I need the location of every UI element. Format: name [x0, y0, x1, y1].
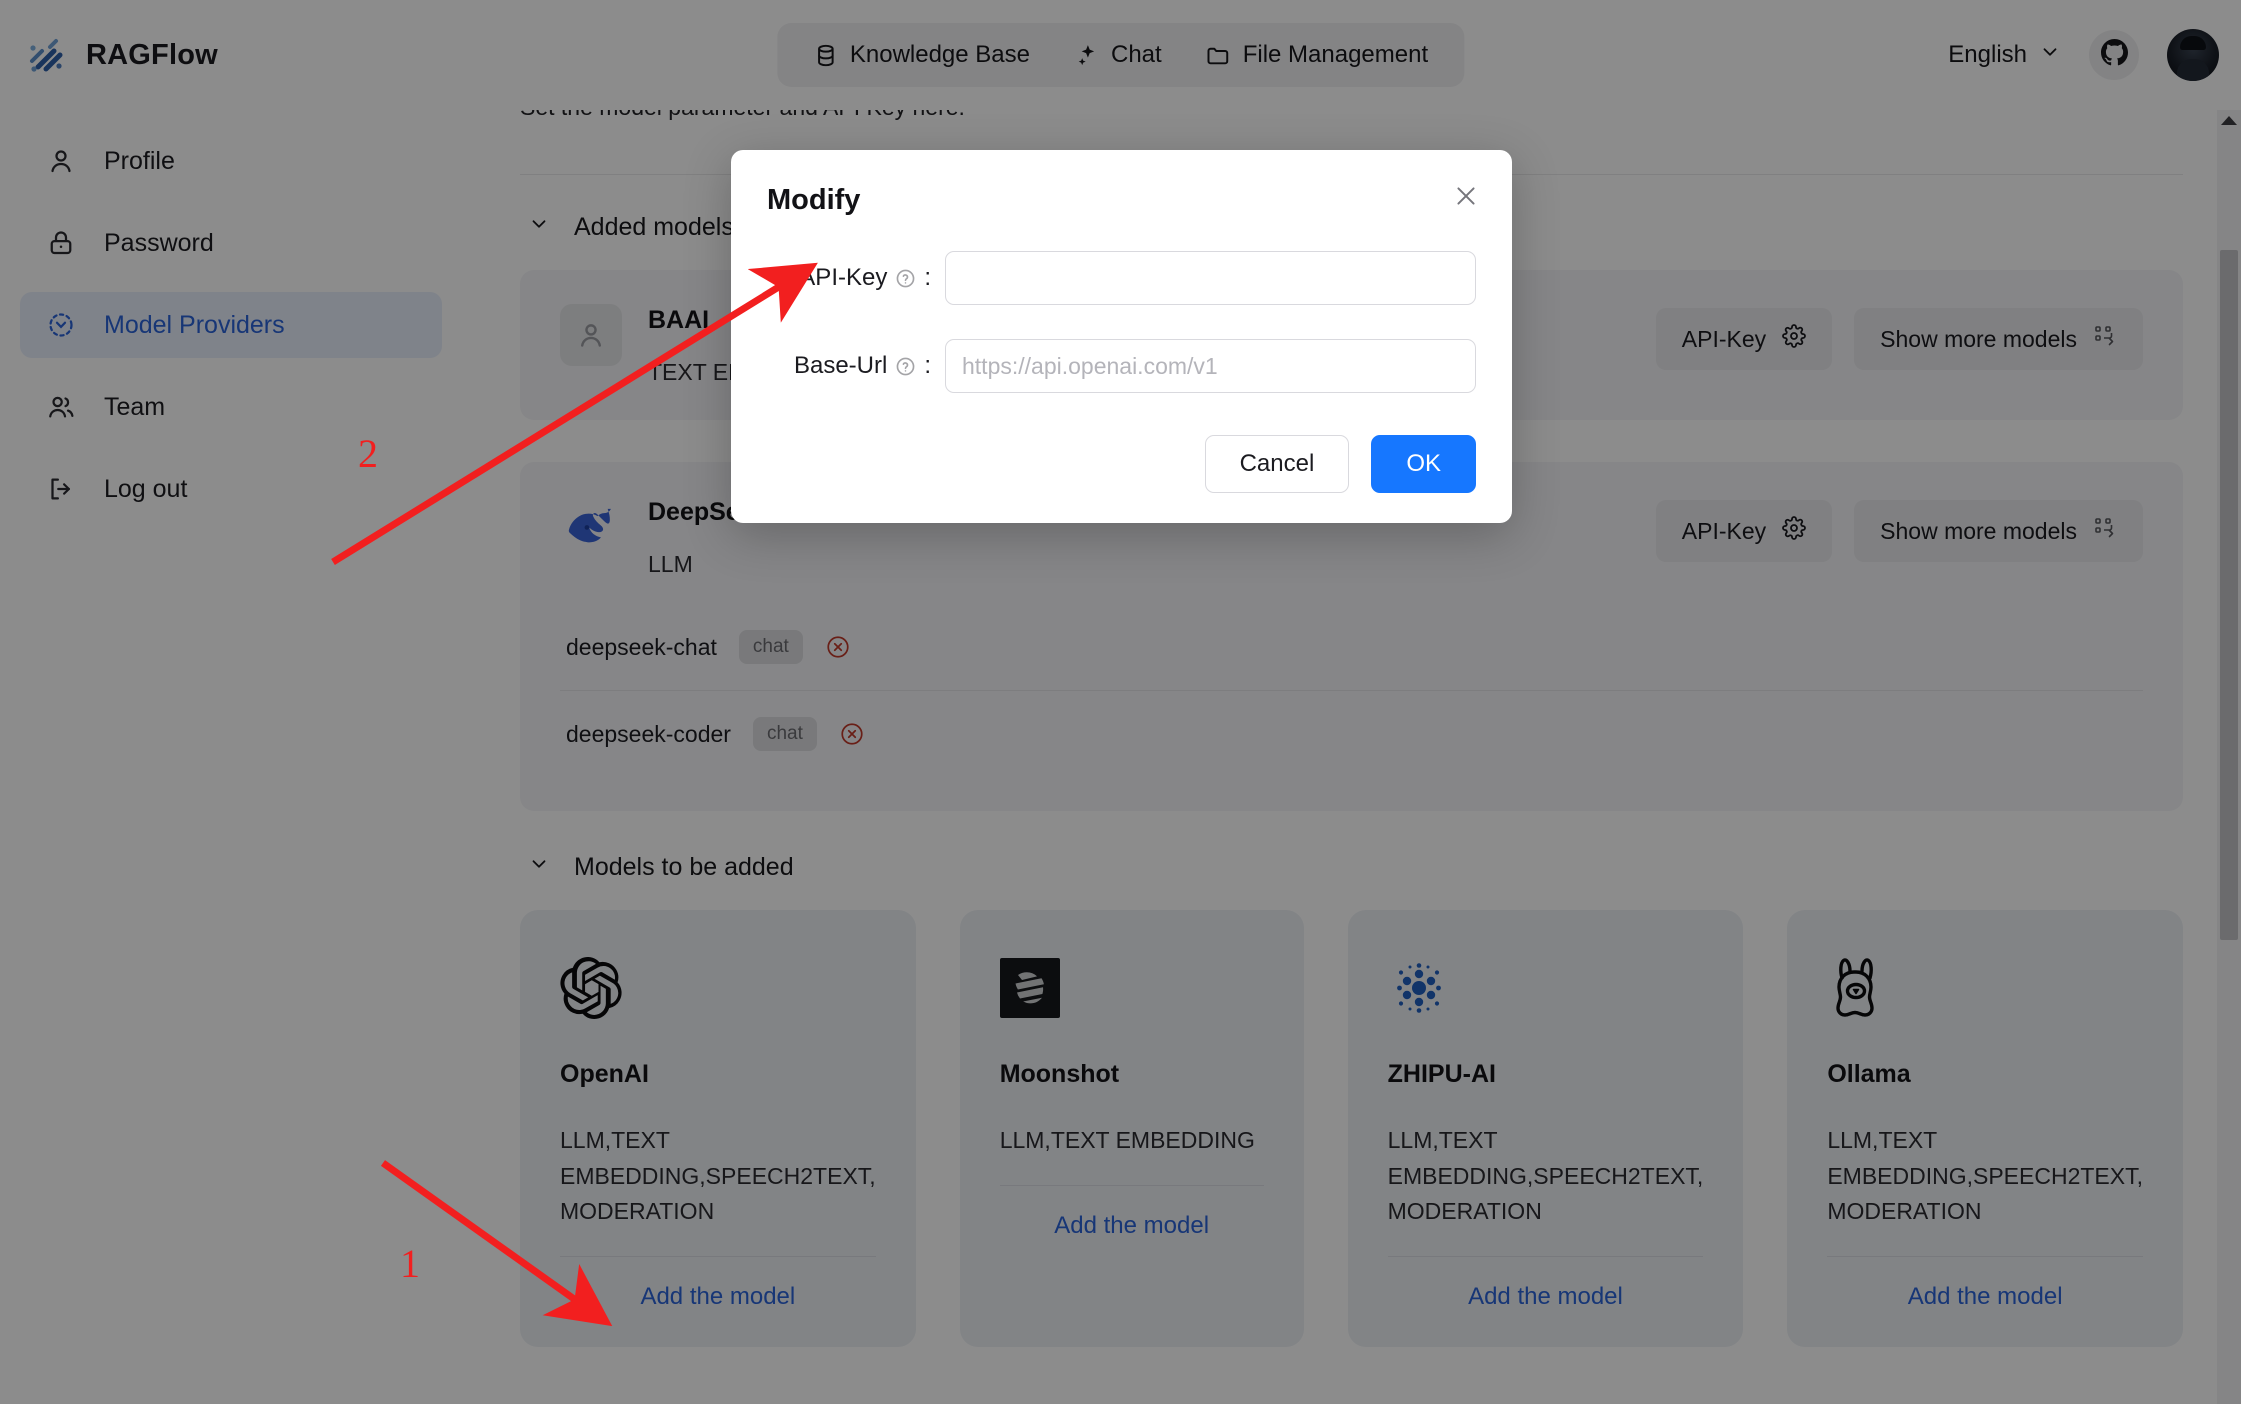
- ok-button[interactable]: OK: [1371, 435, 1476, 493]
- api-key-input[interactable]: [945, 251, 1476, 305]
- app-root: RAGFlow Knowledge Base Chat File Managem…: [0, 0, 2241, 1404]
- base-url-label: Base-Url: [793, 352, 888, 379]
- modify-modal: Modify * API-Key : Base-Url: https://ap…: [731, 150, 1512, 523]
- close-icon[interactable]: [1450, 180, 1482, 212]
- api-key-form-row: * API-Key :: [767, 251, 1476, 305]
- base-url-form-row: Base-Url :: [767, 339, 1476, 393]
- annotation-marker-2: 2: [358, 431, 378, 476]
- annotation-marker-1: 1: [400, 1241, 420, 1286]
- help-circle-icon[interactable]: [895, 268, 916, 289]
- modal-footer: Cancel OK: [767, 435, 1476, 493]
- label-colon: :: [924, 352, 931, 379]
- api-key-label: API-Key: [799, 264, 888, 291]
- label-colon: :: [924, 264, 931, 291]
- cancel-button[interactable]: Cancel: [1204, 435, 1350, 493]
- base-url-label-group: Base-Url :: [767, 352, 945, 380]
- required-marker: *: [781, 264, 792, 291]
- api-key-label-group: * API-Key :: [767, 264, 945, 292]
- base-url-input[interactable]: [945, 339, 1476, 393]
- help-circle-icon[interactable]: [895, 356, 916, 377]
- modal-title: Modify: [767, 184, 861, 216]
